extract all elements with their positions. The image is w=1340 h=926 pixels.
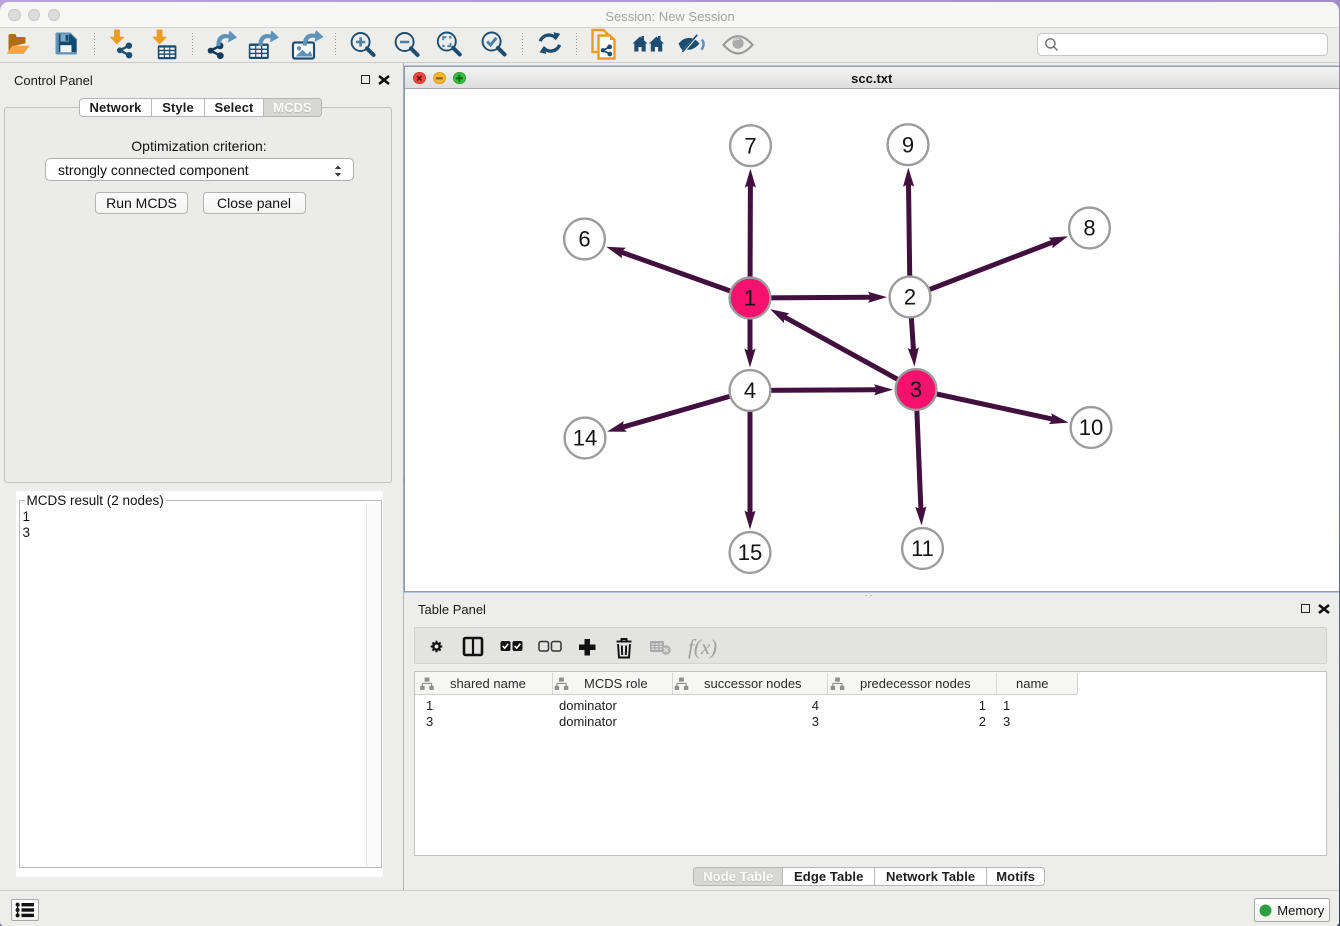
svg-text:6: 6 <box>578 227 590 252</box>
svg-text:9: 9 <box>902 132 914 157</box>
svg-text:7: 7 <box>744 133 756 158</box>
svg-text:4: 4 <box>744 378 756 403</box>
svg-text:8: 8 <box>1083 216 1095 241</box>
svg-text:1: 1 <box>744 286 756 311</box>
svg-text:2: 2 <box>904 285 916 310</box>
svg-text:15: 15 <box>738 540 762 565</box>
svg-text:11: 11 <box>911 536 934 561</box>
svg-text:3: 3 <box>910 377 922 402</box>
svg-text:14: 14 <box>573 426 597 451</box>
svg-text:10: 10 <box>1079 415 1103 440</box>
